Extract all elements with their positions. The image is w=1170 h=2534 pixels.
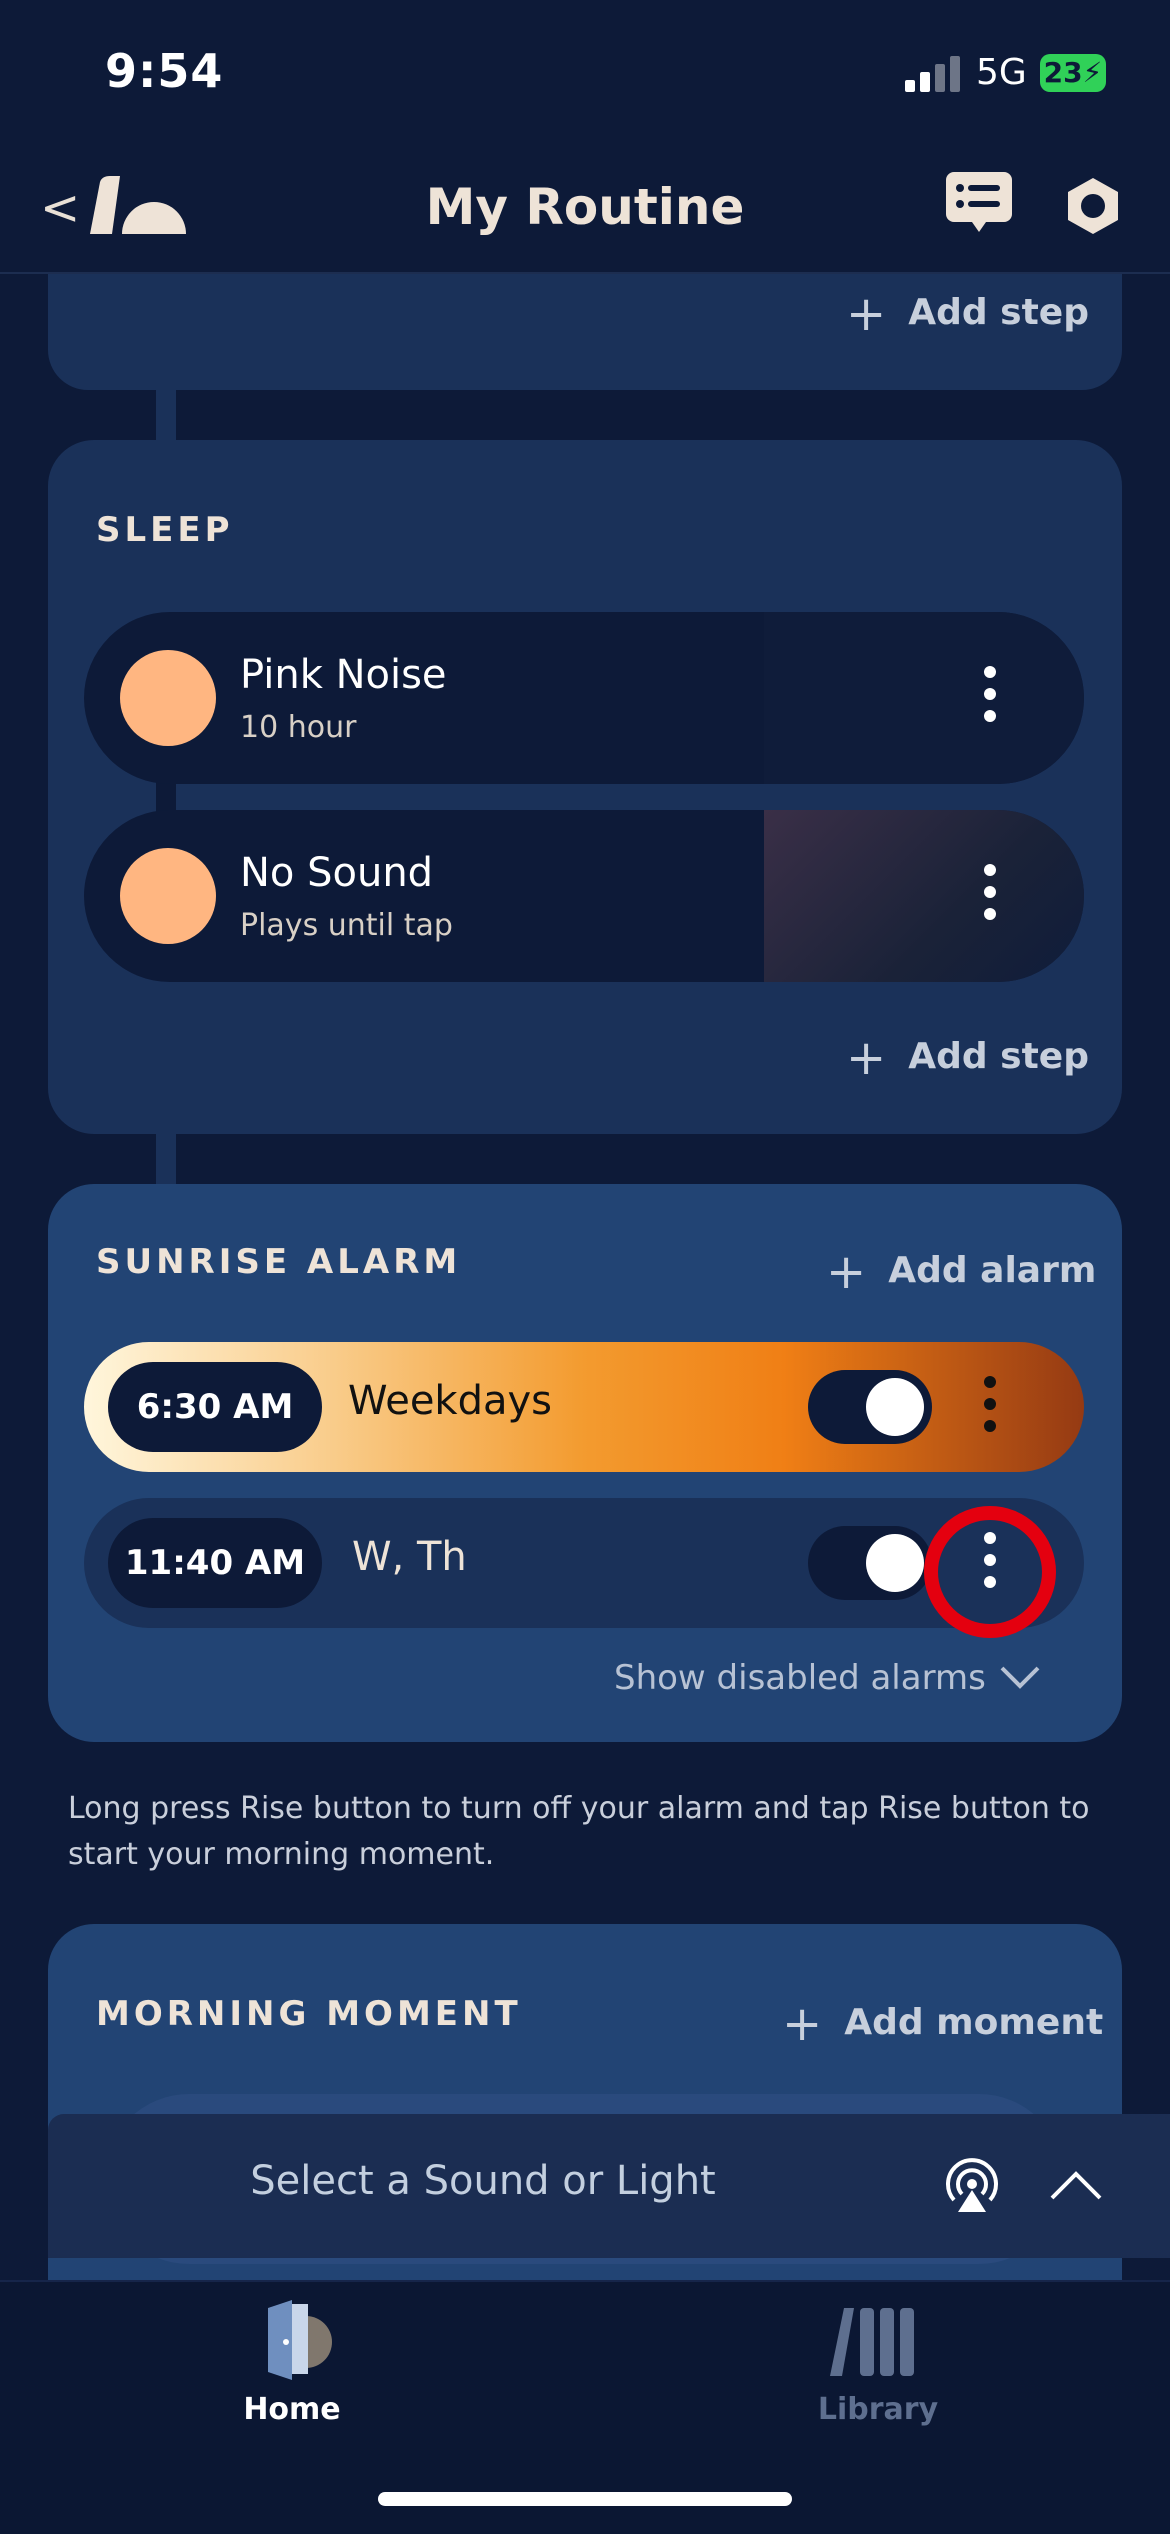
alarm-toggle[interactable] xyxy=(808,1526,932,1600)
add-step-button[interactable]: + Add step xyxy=(846,1030,1089,1086)
airplay-icon[interactable] xyxy=(940,2156,1004,2214)
alarm-days: Weekdays xyxy=(348,1378,553,1424)
battery-icon: 23⚡ xyxy=(1040,54,1106,92)
morning-section-label: MORNING MOMENT xyxy=(96,1994,522,2034)
alarm-time: 6:30 AM xyxy=(108,1362,322,1452)
plus-icon: + xyxy=(846,286,887,342)
dusk-thumbnail xyxy=(764,810,1084,982)
alarm-section-label: SUNRISE ALARM xyxy=(96,1242,462,1282)
battery-level: 23 xyxy=(1043,56,1083,89)
home-indicator xyxy=(378,2492,792,2506)
step-name: No Sound xyxy=(240,850,434,896)
chevron-down-icon[interactable] xyxy=(998,1662,1042,1692)
add-alarm-button[interactable]: + Add alarm xyxy=(826,1244,1096,1300)
alarm-toggle[interactable] xyxy=(808,1370,932,1444)
add-moment-button[interactable]: + Add moment xyxy=(782,1996,1103,2052)
plus-icon: + xyxy=(826,1244,867,1300)
network-type: 5G xyxy=(976,52,1027,93)
light-color-swatch xyxy=(120,650,216,746)
step-duration: Plays until tap xyxy=(240,908,453,943)
tab-home[interactable]: Home xyxy=(190,2392,394,2427)
plus-icon: + xyxy=(846,1030,887,1086)
alarm-more-options-icon[interactable] xyxy=(984,1376,996,1442)
add-moment-label: Add moment xyxy=(844,2002,1104,2043)
step-name: Pink Noise xyxy=(240,652,447,698)
routine-list-icon[interactable] xyxy=(946,172,1012,234)
home-door-icon[interactable] xyxy=(262,2300,332,2380)
light-color-swatch xyxy=(120,848,216,944)
alarm-days: W, Th xyxy=(352,1534,467,1580)
settings-icon[interactable] xyxy=(1063,176,1123,236)
rise-button-hint: Long press Rise button to turn off your … xyxy=(68,1791,1090,1872)
routine-connector xyxy=(156,386,176,446)
routine-connector xyxy=(156,1132,176,1188)
step-more-options-icon[interactable] xyxy=(984,666,996,732)
sleep-section-label: SLEEP xyxy=(96,510,234,550)
alarm-row[interactable]: 6:30 AM Weekdays xyxy=(84,1342,1084,1472)
player-label[interactable]: Select a Sound or Light xyxy=(0,2158,966,2204)
highlight-ring xyxy=(924,1506,1056,1638)
add-step-label: Add step xyxy=(908,1036,1089,1077)
cellular-signal-icon xyxy=(905,56,961,92)
toggle-knob xyxy=(866,1378,924,1436)
status-time: 9:54 xyxy=(105,44,224,98)
sleep-step-pink-noise[interactable]: Pink Noise 10 hour xyxy=(84,612,1084,784)
add-step-label: Add step xyxy=(908,292,1089,333)
chevron-up-icon[interactable] xyxy=(1048,2170,1104,2202)
step-more-options-icon[interactable] xyxy=(984,864,996,930)
tab-library[interactable]: Library xyxy=(776,2392,980,2427)
toggle-knob xyxy=(866,1534,924,1592)
library-books-icon[interactable] xyxy=(830,2304,926,2376)
add-alarm-label: Add alarm xyxy=(888,1250,1097,1291)
show-disabled-alarms-button[interactable]: Show disabled alarms xyxy=(614,1658,986,1698)
starfield-thumbnail xyxy=(764,612,1084,784)
step-duration: 10 hour xyxy=(240,710,357,745)
plus-icon: + xyxy=(782,1996,823,2052)
alarm-time: 11:40 AM xyxy=(108,1518,322,1608)
sleep-step-no-sound[interactable]: No Sound Plays until tap xyxy=(84,810,1084,982)
add-step-button[interactable]: + Add step xyxy=(846,286,1089,342)
